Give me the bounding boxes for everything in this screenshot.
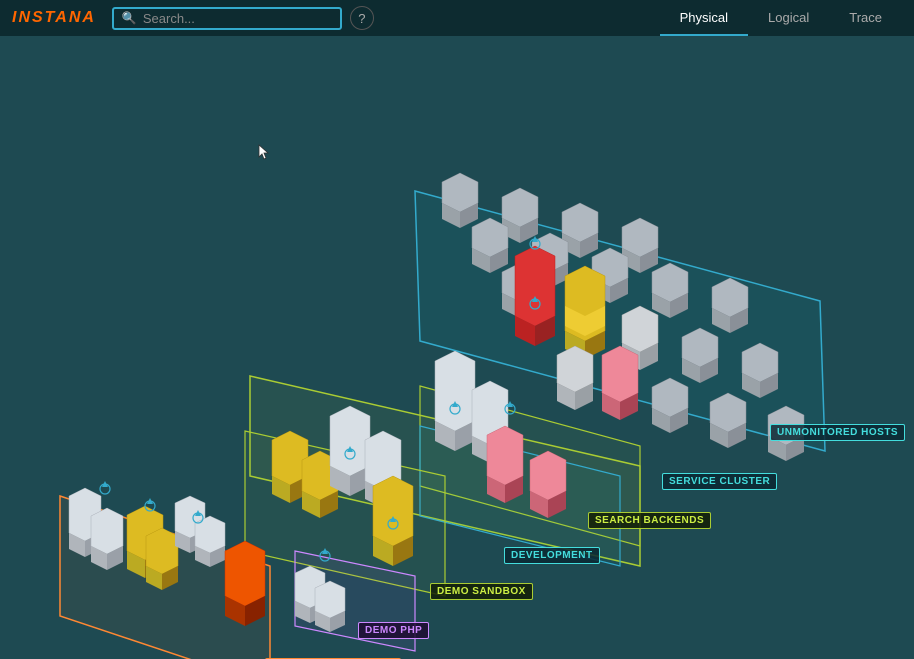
label-demo-sandbox: DEMO SANDBOX	[430, 583, 533, 600]
visualization-canvas: UNMONITORED HOSTS SERVICE CLUSTER SEARCH…	[0, 36, 914, 659]
search-input[interactable]	[143, 11, 323, 26]
label-demo-php: DEMO PHP	[358, 622, 429, 639]
search-container: 🔍	[112, 7, 342, 30]
nav-tabs: PhysicalLogicalTrace	[660, 0, 902, 36]
label-unmonitored-hosts: UNMONITORED HOSTS	[770, 424, 905, 441]
viz-svg	[0, 36, 914, 659]
help-button[interactable]: ?	[350, 6, 374, 30]
label-development: DEVELOPMENT	[504, 547, 600, 564]
label-search-backends: SEARCH BACKENDS	[588, 512, 711, 529]
tab-trace[interactable]: Trace	[829, 0, 902, 36]
search-icon: 🔍	[122, 11, 137, 25]
header: INSTANA 🔍 ? PhysicalLogicalTrace	[0, 0, 914, 36]
tab-physical[interactable]: Physical	[660, 0, 748, 36]
label-service-cluster: SERVICE CLUSTER	[662, 473, 777, 490]
logo: INSTANA	[12, 9, 96, 27]
tab-logical[interactable]: Logical	[748, 0, 829, 36]
